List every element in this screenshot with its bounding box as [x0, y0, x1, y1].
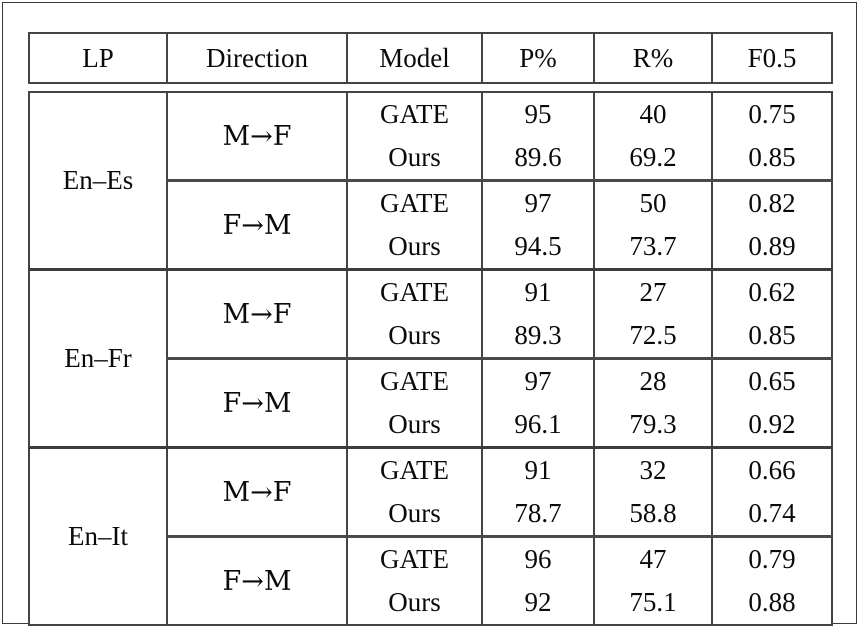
- model-cell: Ours: [346, 225, 483, 271]
- model-cell: GATE: [346, 535, 483, 581]
- column-header-precision: P%: [481, 32, 595, 84]
- precision-cell: 96: [481, 535, 595, 581]
- model-cell: Ours: [346, 403, 483, 449]
- model-cell: GATE: [346, 179, 483, 225]
- direction-cell: F→M: [166, 357, 348, 449]
- precision-cell: 96.1: [481, 403, 595, 449]
- f05-cell: 0.92: [711, 403, 833, 449]
- lp-cell: En–It: [28, 446, 168, 626]
- recall-cell: 75.1: [593, 581, 713, 626]
- f05-cell: 0.85: [711, 136, 833, 182]
- precision-cell: 91: [481, 268, 595, 314]
- model-cell: Ours: [346, 492, 483, 538]
- model-cell: Ours: [346, 581, 483, 626]
- model-cell: Ours: [346, 136, 483, 182]
- direction-cell: F→M: [166, 179, 348, 271]
- f05-cell: 0.88: [711, 581, 833, 626]
- precision-cell: 78.7: [481, 492, 595, 538]
- results-table-container: LP Direction Model P% R% F0.5 En–Es M→F GA…: [28, 32, 833, 626]
- recall-cell: 28: [593, 357, 713, 403]
- recall-cell: 73.7: [593, 225, 713, 271]
- model-cell: GATE: [346, 446, 483, 492]
- table-row: En–Fr M→F GATE 91 27 0.62: [28, 268, 833, 449]
- column-header-direction: Direction: [166, 32, 348, 84]
- recall-cell: 72.5: [593, 314, 713, 360]
- lp-cell: En–Fr: [28, 268, 168, 449]
- f05-cell: 0.89: [711, 225, 833, 271]
- column-header-recall: R%: [593, 32, 713, 84]
- recall-cell: 27: [593, 268, 713, 314]
- f05-cell: 0.85: [711, 314, 833, 360]
- f05-cell: 0.74: [711, 492, 833, 538]
- direction-cell: M→F: [166, 91, 348, 182]
- recall-cell: 58.8: [593, 492, 713, 538]
- direction-cell: M→F: [166, 446, 348, 538]
- recall-cell: 40: [593, 91, 713, 136]
- table-header-row: LP Direction Model P% R% F0.5: [28, 32, 833, 84]
- f05-cell: 0.75: [711, 91, 833, 136]
- results-table-header: LP Direction Model P% R% F0.5: [28, 32, 833, 84]
- results-table-body: En–Es M→F GATE 95 40 0.75 Ours 89.6 69.2 0.85 F→M G…: [28, 91, 833, 626]
- page-frame: LP Direction Model P% R% F0.5 En–Es M→F GA…: [2, 2, 857, 626]
- recall-cell: 47: [593, 535, 713, 581]
- model-cell: Ours: [346, 314, 483, 360]
- model-cell: GATE: [346, 357, 483, 403]
- direction-cell: M→F: [166, 268, 348, 360]
- precision-cell: 89.6: [481, 136, 595, 182]
- precision-cell: 91: [481, 446, 595, 492]
- precision-cell: 97: [481, 357, 595, 403]
- table-row: En–Es M→F GATE 95 40 0.75: [28, 91, 833, 271]
- f05-cell: 0.82: [711, 179, 833, 225]
- lp-cell: En–Es: [28, 91, 168, 271]
- recall-cell: 69.2: [593, 136, 713, 182]
- precision-cell: 89.3: [481, 314, 595, 360]
- f05-cell: 0.79: [711, 535, 833, 581]
- recall-cell: 50: [593, 179, 713, 225]
- precision-cell: 95: [481, 91, 595, 136]
- f05-cell: 0.65: [711, 357, 833, 403]
- column-header-model: Model: [346, 32, 483, 84]
- recall-cell: 32: [593, 446, 713, 492]
- column-header-f05: F0.5: [711, 32, 833, 84]
- model-cell: GATE: [346, 268, 483, 314]
- model-cell: GATE: [346, 91, 483, 136]
- precision-cell: 94.5: [481, 225, 595, 271]
- column-header-lp: LP: [28, 32, 168, 84]
- direction-cell: F→M: [166, 535, 348, 626]
- f05-cell: 0.62: [711, 268, 833, 314]
- f05-cell: 0.66: [711, 446, 833, 492]
- precision-cell: 92: [481, 581, 595, 626]
- table-row: En–It M→F GATE 91 32 0.66: [28, 446, 833, 626]
- recall-cell: 79.3: [593, 403, 713, 449]
- precision-cell: 97: [481, 179, 595, 225]
